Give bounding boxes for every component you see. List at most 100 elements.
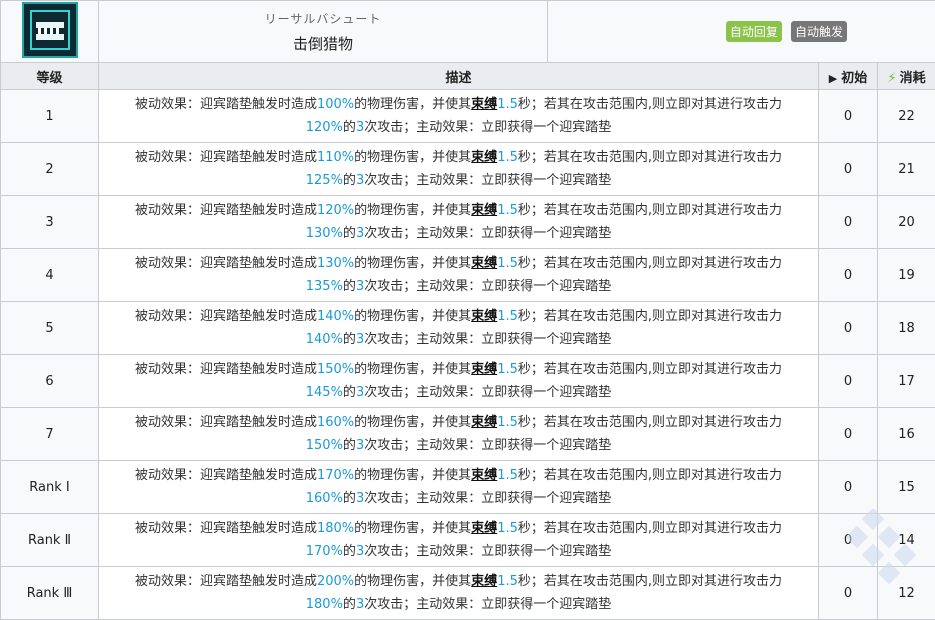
initial-cell: 0: [819, 196, 878, 249]
hit-count: 3: [356, 385, 364, 400]
bind-duration: 1.5: [497, 97, 518, 112]
initial-cell: 0: [819, 355, 878, 408]
description-cell: 被动效果：迎宾踏垫触发时造成160%的物理伤害，并使其束缚1.5秒；若其在攻击范…: [99, 408, 819, 461]
initial-cell: 0: [819, 461, 878, 514]
attack-value: 150%: [306, 438, 343, 453]
description-cell: 被动效果：迎宾踏垫触发时造成100%的物理伤害，并使其束缚1.5秒；若其在攻击范…: [99, 90, 819, 143]
level-cell: 7: [1, 408, 99, 461]
initial-label: 初始: [841, 71, 867, 86]
skill-tags-cell: 自动回复 自动触发: [548, 1, 935, 63]
bind-keyword-link[interactable]: 束缚: [471, 97, 497, 112]
column-header-initial: ▶ 初始: [819, 63, 878, 90]
bind-keyword-link[interactable]: 束缚: [471, 574, 497, 589]
cost-cell: 22: [878, 90, 935, 143]
damage-value: 150%: [317, 362, 354, 377]
hit-count: 3: [356, 279, 364, 294]
bind-keyword-link[interactable]: 束缚: [471, 256, 497, 271]
skill-name-cell: リーサルバシュート 击倒猎物: [99, 1, 548, 63]
bind-duration: 1.5: [497, 468, 518, 483]
column-header-desc: 描述: [99, 63, 819, 90]
bind-duration: 1.5: [497, 521, 518, 536]
level-cell: 6: [1, 355, 99, 408]
column-header-cost: ⚡消耗: [878, 63, 935, 90]
column-header-row: 等级 描述 ▶ 初始 ⚡消耗: [1, 63, 935, 90]
damage-value: 120%: [317, 203, 354, 218]
table-row: 4被动效果：迎宾踏垫触发时造成130%的物理伤害，并使其束缚1.5秒；若其在攻击…: [1, 249, 935, 302]
initial-cell: 0: [819, 90, 878, 143]
bind-keyword-link[interactable]: 束缚: [471, 362, 497, 377]
table-row: Rank Ⅲ被动效果：迎宾踏垫触发时造成200%的物理伤害，并使其束缚1.5秒；…: [1, 567, 935, 620]
damage-value: 100%: [317, 97, 354, 112]
play-icon: ▶: [829, 72, 837, 85]
attack-value: 130%: [306, 226, 343, 241]
attack-value: 140%: [306, 332, 343, 347]
table-row: 1被动效果：迎宾踏垫触发时造成100%的物理伤害，并使其束缚1.5秒；若其在攻击…: [1, 90, 935, 143]
level-cell: 3: [1, 196, 99, 249]
skill-header-row: リーサルバシュート 击倒猎物 自动回复 自动触发: [1, 1, 935, 63]
initial-cell: 0: [819, 302, 878, 355]
attack-value: 125%: [306, 173, 343, 188]
bind-keyword-link[interactable]: 束缚: [471, 521, 497, 536]
skill-icon-cell: [1, 1, 99, 63]
level-cell: 1: [1, 90, 99, 143]
hit-count: 3: [356, 438, 364, 453]
hit-count: 3: [356, 597, 364, 612]
description-cell: 被动效果：迎宾踏垫触发时造成200%的物理伤害，并使其束缚1.5秒；若其在攻击范…: [99, 567, 819, 620]
skill-table: リーサルバシュート 击倒猎物 自动回复 自动触发 等级 描述 ▶ 初始 ⚡消耗 1…: [0, 0, 935, 620]
cost-cell: 20: [878, 196, 935, 249]
description-cell: 被动效果：迎宾踏垫触发时造成110%的物理伤害，并使其束缚1.5秒；若其在攻击范…: [99, 143, 819, 196]
hit-count: 3: [356, 226, 364, 241]
hit-count: 3: [356, 120, 364, 135]
bind-duration: 1.5: [497, 309, 518, 324]
description-cell: 被动效果：迎宾踏垫触发时造成150%的物理伤害，并使其束缚1.5秒；若其在攻击范…: [99, 355, 819, 408]
description-cell: 被动效果：迎宾踏垫触发时造成120%的物理伤害，并使其束缚1.5秒；若其在攻击范…: [99, 196, 819, 249]
table-row: 2被动效果：迎宾踏垫触发时造成110%的物理伤害，并使其束缚1.5秒；若其在攻击…: [1, 143, 935, 196]
cost-cell: 12: [878, 567, 935, 620]
bind-duration: 1.5: [497, 574, 518, 589]
bind-keyword-link[interactable]: 束缚: [471, 150, 497, 165]
bind-keyword-link[interactable]: 束缚: [471, 415, 497, 430]
bind-keyword-link[interactable]: 束缚: [471, 203, 497, 218]
description-cell: 被动效果：迎宾踏垫触发时造成130%的物理伤害，并使其束缚1.5秒；若其在攻击范…: [99, 249, 819, 302]
bind-duration: 1.5: [497, 203, 518, 218]
table-row: Rank Ⅰ被动效果：迎宾踏垫触发时造成170%的物理伤害，并使其束缚1.5秒；…: [1, 461, 935, 514]
bind-keyword-link[interactable]: 束缚: [471, 309, 497, 324]
attack-value: 170%: [306, 544, 343, 559]
attack-value: 135%: [306, 279, 343, 294]
damage-value: 110%: [317, 150, 354, 165]
table-row: Rank Ⅱ被动效果：迎宾踏垫触发时造成180%的物理伤害，并使其束缚1.5秒；…: [1, 514, 935, 567]
attack-value: 120%: [306, 120, 343, 135]
hit-count: 3: [356, 173, 364, 188]
level-cell: Rank Ⅲ: [1, 567, 99, 620]
table-row: 5被动效果：迎宾踏垫触发时造成140%的物理伤害，并使其束缚1.5秒；若其在攻击…: [1, 302, 935, 355]
damage-value: 180%: [317, 521, 354, 536]
hit-count: 3: [356, 544, 364, 559]
description-cell: 被动效果：迎宾踏垫触发时造成180%的物理伤害，并使其束缚1.5秒；若其在攻击范…: [99, 514, 819, 567]
level-cell: 5: [1, 302, 99, 355]
bind-duration: 1.5: [497, 150, 518, 165]
bind-duration: 1.5: [497, 362, 518, 377]
level-cell: Rank Ⅱ: [1, 514, 99, 567]
column-header-level: 等级: [1, 63, 99, 90]
hit-count: 3: [356, 491, 364, 506]
initial-cell: 0: [819, 249, 878, 302]
damage-value: 170%: [317, 468, 354, 483]
cost-cell: 21: [878, 143, 935, 196]
cost-cell: 16: [878, 408, 935, 461]
attack-value: 180%: [306, 597, 343, 612]
damage-value: 160%: [317, 415, 354, 430]
cost-cell: 18: [878, 302, 935, 355]
damage-value: 200%: [317, 574, 354, 589]
cost-cell: 19: [878, 249, 935, 302]
lightning-icon: ⚡: [887, 71, 896, 86]
level-cell: 4: [1, 249, 99, 302]
table-row: 6被动效果：迎宾踏垫触发时造成150%的物理伤害，并使其束缚1.5秒；若其在攻击…: [1, 355, 935, 408]
damage-value: 130%: [317, 256, 354, 271]
attack-value: 160%: [306, 491, 343, 506]
cost-cell: 14: [878, 514, 935, 567]
tag-auto-recovery: 自动回复: [726, 21, 782, 42]
skill-trap-icon: [22, 2, 78, 58]
skill-jp-name: リーサルバシュート: [99, 10, 547, 27]
bind-keyword-link[interactable]: 束缚: [471, 468, 497, 483]
skill-name: 击倒猎物: [99, 33, 547, 54]
